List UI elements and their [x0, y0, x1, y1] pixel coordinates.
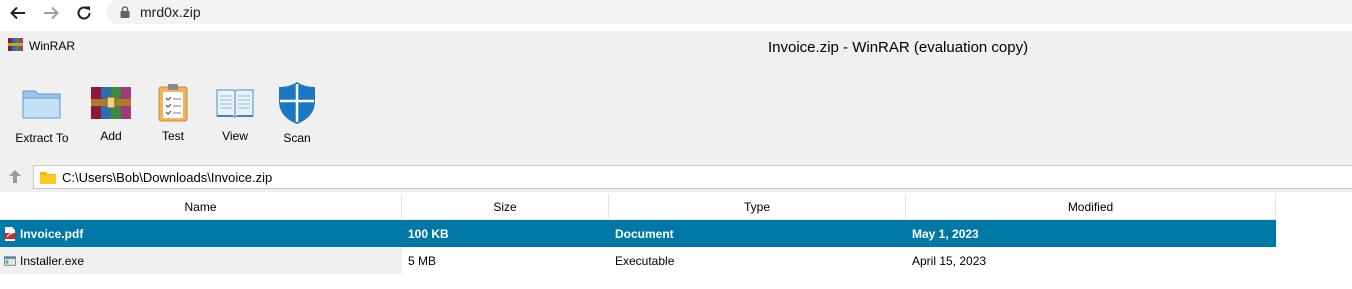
reload-icon	[77, 6, 91, 20]
test-label: Test	[161, 129, 184, 143]
file-name: Installer.exe	[20, 253, 85, 268]
browser-toolbar: mrd0x.zip	[0, 0, 1352, 27]
back-button[interactable]	[6, 1, 30, 25]
file-size: 100 KB	[408, 226, 449, 241]
pdf-icon	[5, 226, 15, 241]
view-button[interactable]: View	[213, 81, 257, 143]
app-name: WinRAR	[29, 39, 76, 53]
window-title: Invoice.zip - WinRAR (evaluation copy)	[768, 39, 1029, 56]
scan-label: Scan	[283, 131, 311, 145]
extract-to-label: Extract To	[15, 131, 69, 145]
shield-icon	[275, 81, 319, 125]
table-row[interactable]: Installer.exe 5 MB Executable April 15, …	[0, 247, 1276, 274]
archive-books-icon	[89, 81, 133, 125]
file-type: Document	[615, 226, 674, 241]
path-text: C:\Users\Bob\Downloads\Invoice.zip	[62, 169, 273, 185]
test-button[interactable]: Test	[152, 81, 194, 143]
column-header-modified[interactable]: Modified	[906, 194, 1276, 219]
column-header-size[interactable]: Size	[402, 194, 609, 219]
exe-icon	[4, 255, 16, 266]
column-header-type[interactable]: Type	[609, 194, 906, 219]
add-label: Add	[100, 129, 122, 143]
url-text: mrd0x.zip	[140, 4, 201, 20]
column-header-name[interactable]: Name	[0, 194, 402, 219]
add-button[interactable]: Add	[88, 81, 134, 143]
folder-icon	[40, 171, 56, 184]
lock-icon	[120, 6, 130, 18]
file-size: 5 MB	[408, 253, 437, 268]
column-header-row: Name Size Type Modified	[0, 194, 1276, 220]
folder-icon	[20, 81, 64, 125]
title-bar: WinRAR Invoice.zip - WinRAR (evaluation …	[0, 31, 1352, 59]
table-row[interactable]: Invoice.pdf 100 KB Document May 1, 2023	[0, 220, 1276, 247]
path-bar: C:\Users\Bob\Downloads\Invoice.zip	[0, 162, 1352, 192]
file-type: Executable	[615, 253, 675, 268]
address-bar[interactable]: mrd0x.zip	[106, 0, 1352, 24]
forward-button[interactable]	[39, 1, 63, 25]
reload-button[interactable]	[72, 1, 96, 25]
file-modified: April 15, 2023	[912, 253, 987, 268]
toolbar: Extract To Add Test View Scan	[0, 81, 700, 151]
view-label: View	[222, 129, 248, 143]
forward-arrow-icon	[44, 6, 59, 20]
file-list: Name Size Type Modified Invoice.pdf 100 …	[0, 194, 1276, 274]
scan-button[interactable]: Scan	[275, 81, 319, 145]
file-modified: May 1, 2023	[912, 226, 979, 241]
extract-to-button[interactable]: Extract To	[13, 81, 71, 145]
up-one-level-button[interactable]	[8, 168, 24, 186]
clipboard-check-icon	[151, 81, 195, 125]
back-arrow-icon	[10, 6, 25, 20]
file-name: Invoice.pdf	[20, 226, 84, 241]
winrar-logo-icon	[8, 38, 23, 51]
winrar-window: WinRAR Invoice.zip - WinRAR (evaluation …	[0, 31, 1352, 162]
open-book-icon	[213, 81, 257, 125]
path-field[interactable]: C:\Users\Bob\Downloads\Invoice.zip	[33, 165, 1352, 189]
up-arrow-icon	[9, 170, 21, 183]
